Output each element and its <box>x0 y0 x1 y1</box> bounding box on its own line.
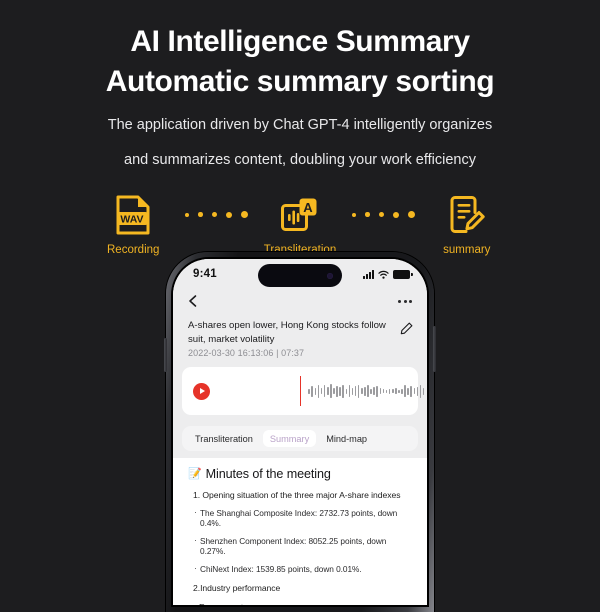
content-line: 1. Opening situation of the three major … <box>193 490 401 501</box>
waveform-bar <box>333 388 335 395</box>
waveform-bar <box>416 386 419 396</box>
waveform-bar <box>401 388 403 394</box>
tab-summary[interactable]: Summary <box>262 430 317 448</box>
waveform-bar <box>413 388 416 395</box>
status-clock: 9:41 <box>193 268 217 280</box>
status-icons <box>363 269 413 279</box>
waveform-bar <box>326 387 329 396</box>
waveform-bar <box>407 387 409 395</box>
waveform-bar <box>395 388 397 395</box>
hero-section: AI Intelligence Summary Automatic summar… <box>0 0 600 173</box>
dynamic-island <box>258 264 342 287</box>
tabs-section: Transliteration Summary Mind-map <box>173 424 427 459</box>
wifi-icon <box>378 270 389 279</box>
hero-subtitle-line2: and summarizes content, doubling your wo… <box>124 152 476 169</box>
note-title: A-shares open lower, Hong Kong stocks fo… <box>188 320 386 345</box>
waveform-bar <box>351 387 354 395</box>
phone-screen: 9:41 A-shares open lower, Hong Kong stoc… <box>173 259 427 605</box>
tab-transliteration[interactable]: Transliteration <box>188 430 260 447</box>
svg-text:WAV: WAV <box>121 213 144 225</box>
waveform-bar <box>342 384 345 398</box>
playhead-indicator <box>300 376 302 407</box>
waveform-bar <box>320 388 323 395</box>
tab-bar: Transliteration Summary Mind-map <box>182 426 418 452</box>
waveform-bar <box>360 388 363 395</box>
waveform-bar <box>379 388 382 395</box>
waveform-bar <box>354 386 357 397</box>
flow-step-transliteration: A Transliteration <box>252 193 348 256</box>
volume-button[interactable] <box>164 338 167 372</box>
waveform-bar <box>308 388 310 394</box>
waveform-bar <box>404 385 406 398</box>
summary-content: 📝 Minutes of the meeting 1. Opening situ… <box>173 458 427 605</box>
waveform-bar <box>339 386 341 396</box>
play-button-icon[interactable] <box>193 382 210 400</box>
waveform-bar <box>391 389 394 394</box>
phone-frame: 9:41 A-shares open lower, Hong Kong stoc… <box>164 252 436 612</box>
waveform-bar <box>370 388 372 394</box>
waveform-bar <box>422 387 425 395</box>
waveform-bar <box>357 384 360 398</box>
note-timestamp: 2022-03-30 16:13:06 | 07:37 <box>188 348 305 359</box>
waveform-bar <box>314 387 317 395</box>
signal-bars-icon <box>363 269 374 279</box>
battery-icon <box>393 269 413 279</box>
front-camera-icon <box>327 272 333 279</box>
audio-player-card <box>182 367 425 416</box>
status-bar: 9:41 <box>173 259 427 289</box>
memo-emoji: 📝 <box>188 467 202 480</box>
flow-step-recording: WAV Recording <box>85 193 181 256</box>
summary-document-icon <box>419 193 515 237</box>
waveform-bar <box>385 389 388 393</box>
waveform-bar <box>376 385 379 397</box>
content-line: Shenzhen Component Index: 8052.25 points… <box>188 535 412 556</box>
note-header-text: A-shares open lower, Hong Kong stocks fo… <box>188 319 392 358</box>
waveform-bar <box>345 388 348 394</box>
navigation-bar <box>173 289 427 313</box>
content-line: ChiNext Index: 1539.85 points, down 0.01… <box>188 563 412 574</box>
waveform-bar <box>317 384 320 398</box>
content-line: The Shanghai Composite Index: 2732.73 po… <box>188 507 412 528</box>
hero-subtitle-line1: The application driven by Chat GPT-4 int… <box>107 116 493 133</box>
waveform-bar <box>348 385 351 398</box>
back-chevron-icon[interactable] <box>186 294 200 308</box>
audio-player-section <box>173 367 427 425</box>
flow-connector-1 <box>181 193 252 237</box>
waveform-bar <box>388 388 391 394</box>
waveform-bar <box>419 384 422 398</box>
content-line: Energy sector: <box>188 602 412 605</box>
process-flow: WAV Recording A Transliteration summary <box>0 193 600 256</box>
waveform-bar <box>311 385 314 397</box>
wav-file-icon: WAV <box>85 193 181 237</box>
waveform-bar <box>410 385 413 397</box>
waveform-bar <box>367 385 369 398</box>
page-title-line2: Automatic summary sorting <box>105 64 495 98</box>
waveform-bar <box>336 385 338 397</box>
note-header: A-shares open lower, Hong Kong stocks fo… <box>173 313 427 368</box>
flow-connector-2 <box>348 193 419 237</box>
waveform-bars <box>308 384 425 399</box>
transliteration-icon: A <box>252 193 348 237</box>
phone-bezel: 9:41 A-shares open lower, Hong Kong stoc… <box>171 257 429 607</box>
waveform-area[interactable] <box>300 367 425 415</box>
svg-text:A: A <box>303 200 313 215</box>
waveform-bar <box>364 386 366 396</box>
waveform-bar <box>373 387 375 396</box>
content-line: 2.Industry performance <box>193 583 281 594</box>
waveform-bar <box>323 385 326 398</box>
more-options-icon[interactable] <box>398 299 412 303</box>
power-button[interactable] <box>433 326 436 372</box>
flow-step-summary: summary <box>419 193 515 256</box>
page-title-line1: AI Intelligence Summary <box>130 25 470 58</box>
content-blocks: 1. Opening situation of the three major … <box>188 490 412 605</box>
tab-mind-map[interactable]: Mind-map <box>319 430 374 447</box>
content-heading-text: Minutes of the meeting <box>205 467 331 482</box>
content-heading: 📝 Minutes of the meeting <box>188 467 412 481</box>
waveform-bar <box>382 389 385 394</box>
phone-mockup: 9:41 A-shares open lower, Hong Kong stoc… <box>164 252 436 612</box>
waveform-bar <box>330 384 332 399</box>
waveform-bar <box>398 389 400 393</box>
edit-pencil-icon[interactable] <box>400 322 413 335</box>
